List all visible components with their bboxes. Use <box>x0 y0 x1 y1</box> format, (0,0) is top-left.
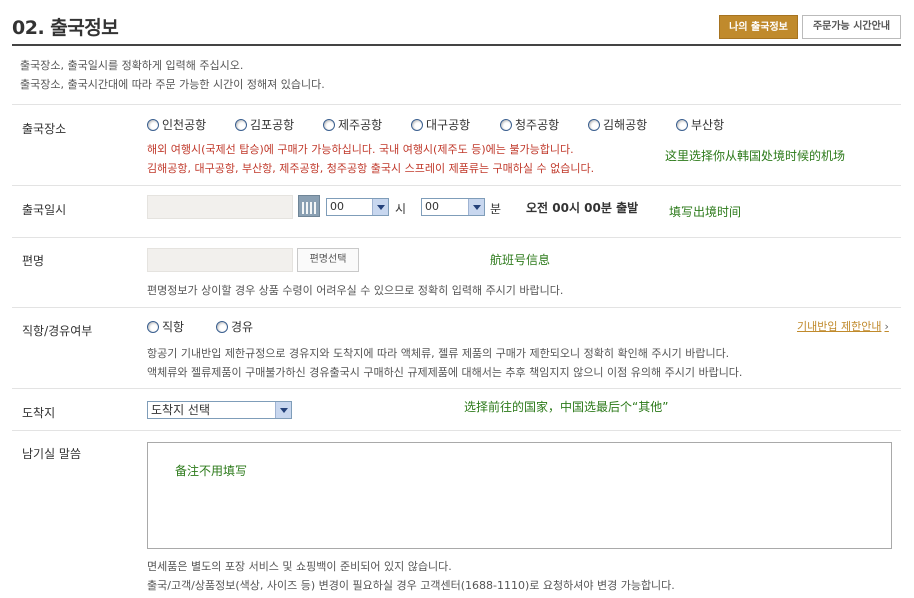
annotation-destination: 选择前往的国家，中国选最后个“其他” <box>464 400 669 414</box>
radio-icon[interactable] <box>500 118 512 131</box>
row-divider <box>12 104 901 105</box>
departure-date-input[interactable] <box>147 195 293 219</box>
message-textarea[interactable] <box>147 442 892 549</box>
flight-number-input[interactable] <box>147 248 293 272</box>
destination-select[interactable]: 도착지 선택 <box>147 401 292 419</box>
page-title: 02. 출국정보 <box>12 17 119 39</box>
row-divider <box>12 430 901 431</box>
message-help: 면세품은 별도의 포장 서비스 및 쇼핑백이 준비되어 있지 않습니다. 출국/… <box>147 560 675 592</box>
section-header: 02. 출국정보 나의 출국정보 주문가능 시간안내 <box>0 0 914 44</box>
annotation-time: 填写出境时间 <box>669 205 742 219</box>
departure-datetime-label: 출국일시 <box>22 203 67 217</box>
hour-select[interactable]: 00 <box>326 198 389 216</box>
radio-icon[interactable] <box>147 320 159 333</box>
destination-label: 도착지 <box>22 406 56 420</box>
radio-direct[interactable]: 직항 <box>147 318 184 335</box>
flight-select-button[interactable]: 편명선택 <box>297 248 359 272</box>
departure-place-label: 출국장소 <box>22 122 67 136</box>
annotation-message: 备注不用填写 <box>175 464 248 478</box>
header-divider <box>12 44 901 46</box>
direct-help: 항공기 기내반입 제한규정으로 경유지와 도착지에 따라 액체류, 젤류 제품의… <box>147 347 743 379</box>
intro-line-1: 출국장소, 출국일시를 정확하게 입력해 주십시오. <box>20 59 244 72</box>
radio-gimhae[interactable]: 김해공항 <box>588 116 647 133</box>
radio-gimpo[interactable]: 김포공항 <box>235 116 294 133</box>
radio-transit[interactable]: 경유 <box>216 318 253 335</box>
radio-busan-port[interactable]: 부산항 <box>676 116 724 133</box>
departure-warning: 해외 여행시(국제선 탑승)에 구매가 가능하십니다. 국내 여행시(제주도 등… <box>147 143 595 175</box>
radio-icon[interactable] <box>676 118 688 131</box>
hour-unit: 시 <box>395 202 407 216</box>
minute-select[interactable]: 00 <box>421 198 485 216</box>
row-divider <box>12 185 901 186</box>
minute-unit: 분 <box>490 202 502 216</box>
flight-help: 편명정보가 상이할 경우 상품 수령이 어려우실 수 있으므로 정확히 입력해 … <box>147 284 564 297</box>
radio-icon[interactable] <box>411 118 423 131</box>
my-departure-info-button[interactable]: 나의 출국정보 <box>719 15 798 39</box>
radio-icon[interactable] <box>216 320 228 333</box>
radio-daegu[interactable]: 대구공항 <box>411 116 470 133</box>
direct-transit-label: 직항/경유여부 <box>22 324 93 338</box>
radio-icon[interactable] <box>147 118 159 131</box>
row-divider <box>12 307 901 308</box>
departure-time-summary: 오전 00시 00분 출발 <box>526 201 639 215</box>
flight-label: 편명 <box>22 254 45 268</box>
carry-on-restriction-link[interactable]: 기내반입 제한안내 › <box>797 318 889 334</box>
radio-icon[interactable] <box>588 118 600 131</box>
radio-icon[interactable] <box>235 118 247 131</box>
chevron-right-icon: › <box>884 320 889 333</box>
annotation-airport: 这里选择你从韩国处境时候的机场 <box>665 149 846 163</box>
radio-incheon[interactable]: 인천공항 <box>147 116 206 133</box>
calendar-icon[interactable] <box>298 195 320 217</box>
intro-line-2: 출국장소, 출국시간대에 따라 주문 가능한 시간이 정해져 있습니다. <box>20 78 325 91</box>
chevron-down-icon <box>372 199 388 215</box>
intro-text: 출국장소, 출국일시를 정확하게 입력해 주십시오. 출국장소, 출국시간대에 … <box>20 56 325 94</box>
chevron-down-icon <box>275 402 291 418</box>
radio-icon[interactable] <box>323 118 335 131</box>
radio-jeju[interactable]: 제주공항 <box>323 116 382 133</box>
chevron-down-icon <box>468 199 484 215</box>
message-label: 남기실 말씀 <box>22 447 82 461</box>
row-divider <box>12 388 901 389</box>
annotation-flight: 航班号信息 <box>490 253 551 267</box>
order-time-guide-button[interactable]: 주문가능 시간안내 <box>802 15 901 39</box>
row-divider <box>12 237 901 238</box>
radio-cheongju[interactable]: 청주공항 <box>500 116 559 133</box>
